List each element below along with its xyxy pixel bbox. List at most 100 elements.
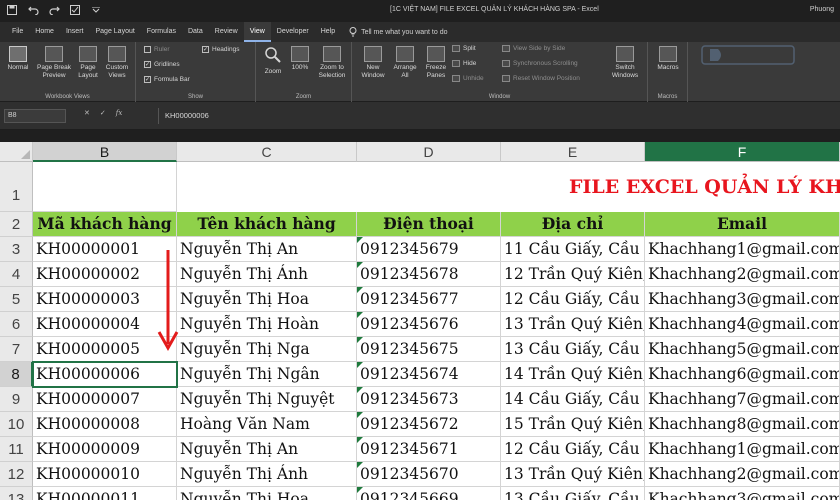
cell[interactable]: Khachhang3@gmail.com: [645, 487, 840, 500]
zoom-button[interactable]: Zoom: [260, 44, 286, 76]
cell[interactable]: Khachhang2@gmail.com: [645, 262, 840, 287]
column-header-b[interactable]: B: [33, 142, 177, 162]
row-header-active[interactable]: 8: [0, 362, 33, 387]
cell[interactable]: Nguyễn Thị Ánh: [177, 262, 357, 287]
unhide-button[interactable]: Unhide: [452, 75, 484, 82]
formula-input[interactable]: KH00000006: [158, 108, 838, 124]
cell[interactable]: Nguyễn Thị Nga: [177, 337, 357, 362]
tell-me-box[interactable]: Tell me what you want to do: [349, 27, 448, 37]
cell[interactable]: KH00000007: [33, 387, 177, 412]
row-header[interactable]: 7: [0, 337, 33, 362]
cell[interactable]: Khachhang3@gmail.com: [645, 287, 840, 312]
row-header[interactable]: 13: [0, 487, 33, 500]
cell[interactable]: 0912345671: [357, 437, 501, 462]
cell[interactable]: 15 Trần Quý Kiên, Cầu Giấy, Hà Nội: [501, 412, 645, 437]
customize-qat-icon[interactable]: [90, 4, 102, 16]
cell[interactable]: Khachhang8@gmail.com: [645, 412, 840, 437]
header-cell-dien-thoai[interactable]: Điện thoại: [357, 212, 501, 237]
cell[interactable]: 0912345675: [357, 337, 501, 362]
cell[interactable]: 12 Cầu Giấy, Cầu Giấy, Hà Nội: [501, 437, 645, 462]
cell[interactable]: Khachhang1@gmail.com: [645, 437, 840, 462]
cell[interactable]: 0912345673: [357, 387, 501, 412]
macros-button[interactable]: Macros: [652, 44, 684, 72]
hide-button[interactable]: Hide: [452, 60, 476, 67]
cell[interactable]: 0912345672: [357, 412, 501, 437]
zoom-100-button[interactable]: 100%: [288, 44, 312, 72]
row-header[interactable]: 11: [0, 437, 33, 462]
cell[interactable]: KH00000008: [33, 412, 177, 437]
sheet-title[interactable]: FILE EXCEL QUẢN LÝ KHÁCH HÀNG SPA: [177, 162, 840, 212]
cell[interactable]: Khachhang1@gmail.com: [645, 237, 840, 262]
cell[interactable]: KH00000009: [33, 437, 177, 462]
view-side-by-side-button[interactable]: View Side by Side: [502, 45, 565, 52]
cell[interactable]: Nguyễn Thị An: [177, 237, 357, 262]
cell[interactable]: 14 Trần Quý Kiên, Cầu Giấy, Hà Nội: [501, 362, 645, 387]
cell[interactable]: Khachhang5@gmail.com: [645, 337, 840, 362]
cell[interactable]: Nguyễn Thị Hoa: [177, 487, 357, 500]
formula-bar-checkbox[interactable]: ✓ Formula Bar: [144, 76, 190, 83]
freeze-panes-button[interactable]: Freeze Panes: [422, 44, 450, 80]
cell[interactable]: KH00000010: [33, 462, 177, 487]
tab-view[interactable]: View: [243, 22, 271, 42]
cell[interactable]: 0912345669: [357, 487, 501, 500]
column-header-c[interactable]: C: [177, 142, 357, 162]
cell[interactable]: KH00000011: [33, 487, 177, 500]
reset-window-position-button[interactable]: Reset Window Position: [502, 75, 580, 82]
cell[interactable]: Khachhang6@gmail.com: [645, 362, 840, 387]
page-layout-view-button[interactable]: Page Layout: [76, 44, 100, 80]
tab-formulas[interactable]: Formulas: [141, 22, 182, 42]
row-header[interactable]: 6: [0, 312, 33, 337]
cell[interactable]: 13 Trần Quý Kiên, Cầu Giấy, Hà Nội: [501, 462, 645, 487]
user-name[interactable]: Phuong: [810, 6, 834, 13]
cell[interactable]: 0912345676: [357, 312, 501, 337]
headings-checkbox[interactable]: ✓ Headings: [202, 46, 239, 53]
arrange-all-button[interactable]: Arrange All: [390, 44, 420, 80]
header-cell-email[interactable]: Email: [645, 212, 840, 237]
zoom-to-selection-button[interactable]: Zoom to Selection: [314, 44, 350, 80]
cell[interactable]: Nguyễn Thị Hoàn: [177, 312, 357, 337]
cell[interactable]: 12 Cầu Giấy, Cầu Giấy, Hà Nội: [501, 287, 645, 312]
cell[interactable]: Nguyễn Thị Nguyệt: [177, 387, 357, 412]
row-header[interactable]: 4: [0, 262, 33, 287]
cell[interactable]: [33, 162, 177, 212]
cell[interactable]: 11 Cầu Giấy, Cầu Giấy, Hà Nội: [501, 237, 645, 262]
checkbox-icon[interactable]: [69, 4, 81, 16]
cell[interactable]: 0912345674: [357, 362, 501, 387]
gridlines-checkbox[interactable]: ✓ Gridlines: [144, 61, 180, 68]
tab-review[interactable]: Review: [209, 22, 244, 42]
select-all-corner[interactable]: [0, 142, 33, 162]
page-break-preview-button[interactable]: Page Break Preview: [34, 44, 74, 80]
normal-view-button[interactable]: Normal: [4, 44, 32, 72]
cancel-icon[interactable]: ✕: [84, 109, 90, 117]
header-cell-dia-chi[interactable]: Địa chỉ: [501, 212, 645, 237]
cell[interactable]: Khachhang4@gmail.com: [645, 312, 840, 337]
save-icon[interactable]: [6, 4, 18, 16]
cell[interactable]: 14 Cầu Giấy, Cầu Giấy, Hà Nội: [501, 387, 645, 412]
tab-file[interactable]: File: [6, 22, 29, 42]
enter-icon[interactable]: ✓: [100, 109, 106, 117]
cell[interactable]: 0912345670: [357, 462, 501, 487]
cell[interactable]: Nguyễn Thị Hoa: [177, 287, 357, 312]
insert-function-icon[interactable]: fx: [116, 109, 123, 117]
cell[interactable]: 12 Trần Quý Kiên, Cầu Giấy, Hà Nội: [501, 262, 645, 287]
synchronous-scrolling-button[interactable]: Synchronous Scrolling: [502, 60, 578, 67]
cell[interactable]: 13 Cầu Giấy, Cầu Giấy, Hà Nội: [501, 337, 645, 362]
row-header[interactable]: 9: [0, 387, 33, 412]
cell[interactable]: Hoàng Văn Nam: [177, 412, 357, 437]
cell[interactable]: Nguyễn Thị Ngân: [177, 362, 357, 387]
tab-developer[interactable]: Developer: [271, 22, 315, 42]
row-header[interactable]: 10: [0, 412, 33, 437]
column-header-d[interactable]: D: [357, 142, 501, 162]
custom-views-button[interactable]: Custom Views: [102, 44, 132, 80]
undo-icon[interactable]: [27, 4, 39, 16]
name-box[interactable]: B8: [4, 109, 66, 123]
cell[interactable]: Nguyễn Thị An: [177, 437, 357, 462]
cell[interactable]: Khachhang7@gmail.com: [645, 387, 840, 412]
tab-help[interactable]: Help: [315, 22, 341, 42]
split-button[interactable]: Split: [452, 45, 476, 52]
cell[interactable]: Khachhang2@gmail.com: [645, 462, 840, 487]
switch-windows-button[interactable]: Switch Windows: [606, 44, 644, 80]
cell[interactable]: Nguyễn Thị Ánh: [177, 462, 357, 487]
cell[interactable]: 0912345677: [357, 287, 501, 312]
row-header[interactable]: 1: [0, 162, 33, 212]
